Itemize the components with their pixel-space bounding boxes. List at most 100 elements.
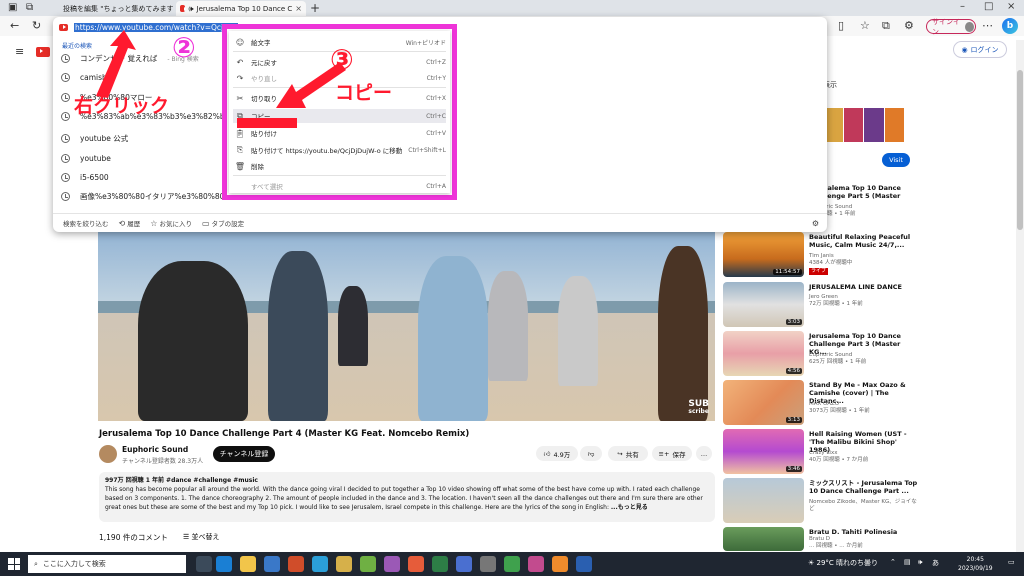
- extensions-icon[interactable]: ⚙: [904, 20, 914, 31]
- menu-item-delete[interactable]: 🗑︎ 削除: [233, 159, 446, 173]
- app-icon[interactable]: [384, 556, 400, 572]
- rec-channel: Jero Green: [809, 294, 838, 300]
- recommendation-item[interactable]: 4:56 Jerusalema Top 10 Dance Challenge P…: [723, 331, 923, 377]
- more-actions-button[interactable]: …: [696, 446, 712, 461]
- app-icon[interactable]: [312, 556, 328, 572]
- rec-duration: 11:54:57: [773, 269, 802, 275]
- url-input[interactable]: https://www.youtube.com/watch?v=QcjDjD: [74, 22, 238, 32]
- notification-icon[interactable]: ▭: [1008, 558, 1015, 566]
- tab-youtube[interactable]: 🕪 Jerusalema Top 10 Dance C ×: [176, 1, 306, 16]
- recommendation-item[interactable]: 3:46 Hell Raising Women (UST - 'The Mali…: [723, 429, 923, 475]
- like-button[interactable]: 👍︎ 4.9万: [536, 446, 578, 461]
- new-tab-icon[interactable]: +: [310, 2, 320, 14]
- save-button[interactable]: ≡+ 保存: [652, 446, 692, 461]
- settings-gear-icon[interactable]: ⚙: [812, 219, 819, 228]
- ad-visit-button[interactable]: Visit: [882, 153, 910, 167]
- rec-meta: ... 回視聴 • ... か月前: [809, 543, 863, 549]
- app-icon[interactable]: [552, 556, 568, 572]
- windows-start-icon[interactable]: [8, 558, 20, 570]
- page-scrollbar[interactable]: [1016, 40, 1024, 552]
- share-button[interactable]: ↪ 共有: [608, 446, 648, 461]
- suggestion-item[interactable]: camishe: [61, 70, 111, 84]
- tray-chevron-icon[interactable]: ⌃: [890, 558, 896, 566]
- show-more-link[interactable]: ...もっと見る: [611, 504, 648, 511]
- screen: ▣ ⧉ 投稿を編集 "ちょっと集めてみます × 🕪 Jerusalema Top…: [0, 0, 1024, 576]
- maximize-icon[interactable]: □: [984, 2, 993, 12]
- refresh-icon[interactable]: ↻: [32, 20, 41, 31]
- app-icon[interactable]: [336, 556, 352, 572]
- login-button[interactable]: ◉ ログイン: [953, 41, 1007, 58]
- live-badge: ライブ: [809, 268, 829, 275]
- rec-thumbnail: [723, 478, 804, 523]
- app-icon[interactable]: [360, 556, 376, 572]
- collections-icon[interactable]: ⧉: [882, 20, 890, 31]
- edge-browser-icon[interactable]: [216, 556, 232, 572]
- taskbar-search-input[interactable]: ⌕ ここに入力して検索: [28, 555, 186, 573]
- suggestion-item[interactable]: i5-6500: [61, 170, 109, 184]
- app-icon[interactable]: [432, 556, 448, 572]
- channel-avatar[interactable]: [99, 445, 117, 463]
- recommendation-item[interactable]: 11:54:57 Beautiful Relaxing Peaceful Mus…: [723, 232, 923, 278]
- sort-comments-button[interactable]: ☰ 並べ替え: [183, 532, 220, 542]
- app-icon[interactable]: [288, 556, 304, 572]
- favorites-star-icon[interactable]: ☆: [860, 20, 870, 31]
- menu-item-select-all[interactable]: すべて選択 Ctrl+A: [233, 179, 446, 193]
- hamburger-menu-icon[interactable]: ≡: [15, 45, 24, 58]
- task-view-icon[interactable]: [196, 556, 212, 572]
- taskbar-clock[interactable]: 20:45 2023/09/19: [958, 555, 993, 573]
- bing-copilot-icon[interactable]: b: [1002, 18, 1018, 34]
- window-close-icon[interactable]: ×: [1007, 2, 1015, 12]
- suggestion-item[interactable]: youtube 公式: [61, 131, 128, 145]
- video-description[interactable]: 997万 回視聴 1 年前 #dance #challenge #music T…: [99, 472, 715, 522]
- history-filter[interactable]: ⟲ 履歴: [119, 218, 141, 228]
- tab-wordpress[interactable]: 投稿を編集 "ちょっと集めてみます ×: [56, 1, 174, 16]
- subscribe-button[interactable]: チャンネル登録: [213, 446, 275, 462]
- tab-actions-icon[interactable]: ⧉: [26, 3, 33, 13]
- app-icon[interactable]: [576, 556, 592, 572]
- app-icon[interactable]: [408, 556, 424, 572]
- weather-widget[interactable]: ☀ 29°C 晴れのち曇り: [808, 558, 878, 568]
- mail-icon[interactable]: [264, 556, 280, 572]
- ime-indicator[interactable]: あ: [932, 558, 939, 568]
- dislike-button[interactable]: 👎︎: [580, 446, 602, 461]
- rec-thumbnail: 3:13: [723, 380, 804, 425]
- annotation-copy: コピー: [335, 82, 393, 104]
- split-screen-icon[interactable]: ▯: [838, 20, 844, 31]
- recommendation-item[interactable]: 3:03 JERUSALEMA LINE DANCE Jero Green 72…: [723, 282, 923, 328]
- more-menu-icon[interactable]: ⋯: [982, 20, 993, 31]
- app-icon[interactable]: [504, 556, 520, 572]
- youtube-icon: [59, 23, 68, 31]
- menu-item-paste[interactable]: 📋︎ 貼り付け Ctrl+V: [233, 126, 446, 140]
- signin-button[interactable]: サインイン: [926, 18, 976, 36]
- favorites-filter[interactable]: ☆ お気に入り: [150, 218, 192, 228]
- channel-name[interactable]: Euphoric Sound: [122, 445, 188, 454]
- workspaces-icon[interactable]: ▣: [8, 3, 17, 13]
- settings-icon[interactable]: [480, 556, 496, 572]
- channel-subscribers: チャンネル登録者数 28.3万人: [122, 458, 204, 465]
- menu-item-paste-and-go[interactable]: ⎘ 貼り付けて https://youtu.be/QcjDjDujW-o に移動 C…: [233, 143, 446, 157]
- volume-icon[interactable]: 🕪: [918, 558, 922, 567]
- calendar-icon[interactable]: [456, 556, 472, 572]
- history-icon: [61, 172, 70, 182]
- rec-title: Beautiful Relaxing Peaceful Music, Calm …: [809, 233, 911, 249]
- tabs-filter[interactable]: ▭ タブの設定: [202, 218, 244, 228]
- app-icon[interactable]: [528, 556, 544, 572]
- minimize-icon[interactable]: –: [960, 2, 965, 12]
- sort-icon: ☰: [183, 533, 190, 541]
- share-icon: ↪: [617, 449, 623, 458]
- scrollbar-thumb[interactable]: [1017, 70, 1023, 230]
- suggestion-item[interactable]: 画像%e3%80%80イタリア%e3%80%80マロー: [61, 189, 247, 203]
- back-icon[interactable]: ←: [10, 20, 19, 31]
- address-bar[interactable]: https://www.youtube.com/watch?v=QcjDjD: [59, 21, 238, 33]
- suggestion-item[interactable]: youtube: [61, 151, 111, 165]
- star-icon: ☆: [150, 219, 158, 228]
- close-icon[interactable]: ×: [295, 4, 302, 13]
- network-icon[interactable]: ▤: [904, 558, 911, 566]
- speaker-icon[interactable]: 🕪: [188, 4, 193, 14]
- recommendation-item[interactable]: Bratu D. Tahiti Polinesia Bratu D ... 回視…: [723, 527, 923, 551]
- recommendation-item[interactable]: ミックスリスト - Jerusalema Top 10 Dance Challe…: [723, 478, 923, 524]
- youtube-logo-icon[interactable]: [36, 47, 50, 57]
- file-explorer-icon[interactable]: [240, 556, 256, 572]
- recommendation-item[interactable]: 3:13 Stand By Me - Max Oazo & Camishe (c…: [723, 380, 923, 426]
- video-player[interactable]: SUB scribe: [98, 231, 715, 421]
